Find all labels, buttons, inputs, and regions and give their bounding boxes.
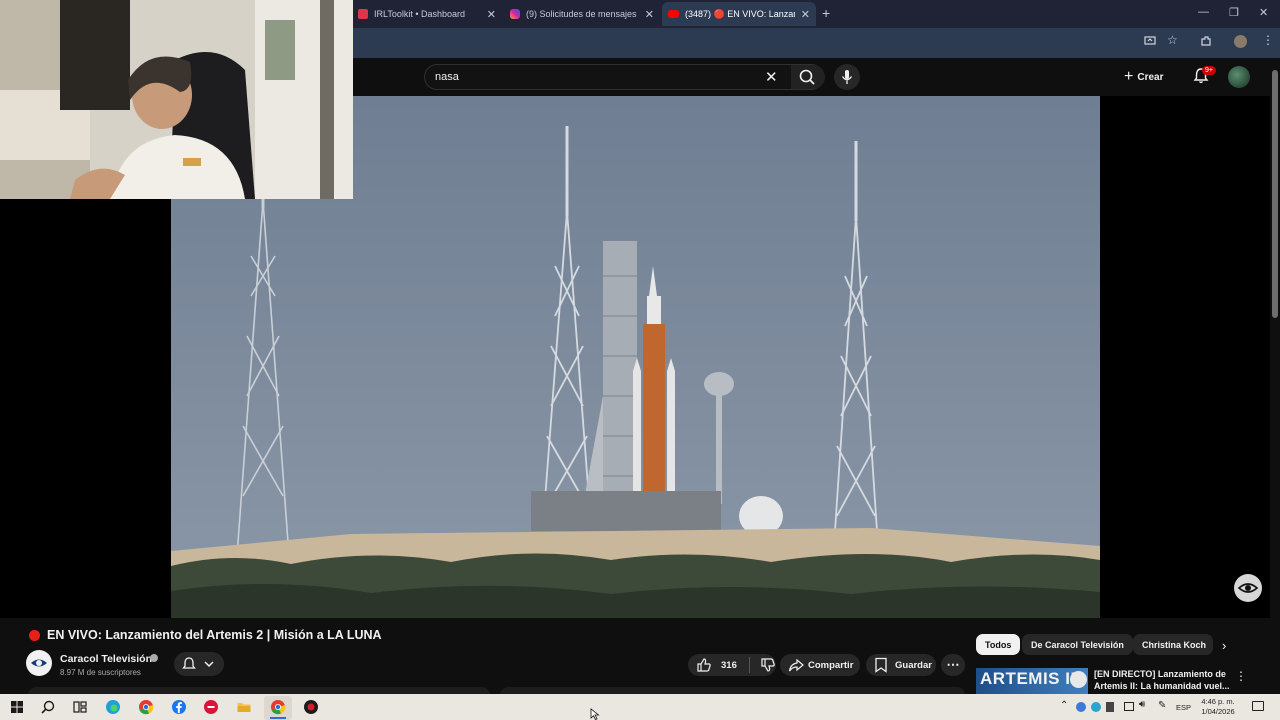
instagram-icon [510, 9, 520, 19]
search-button[interactable] [791, 65, 825, 89]
save-button[interactable]: Guardar [866, 654, 936, 676]
tab-instagram[interactable]: (9) Solicitudes de mensajes • M ✕ [504, 2, 660, 26]
extensions-icon[interactable] [1200, 35, 1212, 50]
new-tab-button[interactable]: + [822, 5, 830, 21]
task-view-icon[interactable] [72, 699, 88, 715]
search-input[interactable]: nasa [435, 71, 459, 83]
ambient-mode-button[interactable] [1234, 574, 1262, 602]
notifications-center-icon[interactable] [1252, 701, 1264, 711]
share-label: Compartir [808, 659, 854, 671]
mobile-launcher [531, 491, 721, 531]
file-explorer-icon[interactable] [236, 699, 252, 715]
channel-avatar[interactable] [26, 650, 52, 676]
thumbnail-text: ARTEMIS II [980, 669, 1076, 688]
windows-taskbar: ⌃ 🔊︎ ✎ ESP 4:46 p. m. 1/04/2026 [0, 694, 1280, 720]
plus-icon: + [1124, 68, 1134, 85]
divider [748, 657, 750, 673]
like-count: 316 [721, 659, 737, 671]
save-label: Guardar [895, 659, 932, 671]
volume-icon[interactable]: 🔊︎ [1139, 699, 1145, 710]
tab-irltoolkit[interactable]: IRLToolkit • Dashboard ✕ [352, 2, 502, 26]
webcam-image [0, 0, 353, 199]
scrollbar-thumb[interactable] [1272, 70, 1278, 318]
channel-logo-icon [1070, 671, 1087, 688]
close-icon[interactable]: ✕ [487, 8, 496, 21]
related-video-title[interactable]: [EN DIRECTO] Lanzamiento de Artemis II: … [1094, 668, 1230, 692]
language-indicator[interactable]: ESP [1176, 703, 1191, 712]
notifications-badge: 9+ [1202, 66, 1216, 75]
share-button[interactable]: Compartir [780, 654, 860, 676]
clock-time[interactable]: 4:46 p. m. [1196, 697, 1240, 706]
tab-title: (3487) 🔴 EN VIVO: Lanzamien [685, 8, 795, 19]
create-button[interactable]: + Crear [1124, 66, 1163, 88]
windows-start-icon[interactable] [9, 699, 25, 715]
edge-icon[interactable] [105, 699, 121, 715]
chevron-up-icon[interactable]: ⌃ [1060, 700, 1068, 711]
chip-christina-koch[interactable]: Christina Koch [1133, 634, 1213, 655]
thumbs-up-icon [697, 658, 711, 672]
verified-badge-icon [150, 654, 158, 662]
create-label: Crear [1137, 71, 1164, 83]
eye-icon [1237, 583, 1259, 593]
subscriber-count: 8.97 M de suscriptores [60, 668, 141, 677]
close-window-button[interactable]: ✕ [1259, 6, 1268, 19]
search-box[interactable]: nasa ✕ [424, 64, 825, 90]
share-icon [788, 658, 804, 672]
tray-app-icon[interactable] [1106, 702, 1114, 712]
close-icon[interactable]: ✕ [645, 8, 654, 21]
more-horizontal-icon: ⋯ [946, 657, 960, 672]
tray-app-icon[interactable] [1091, 702, 1101, 712]
tab-title: IRLToolkit • Dashboard [374, 9, 466, 19]
active-app-underline [270, 717, 286, 719]
thumbs-down-icon[interactable] [760, 657, 776, 673]
bookmark-star-icon[interactable]: ☆ [1167, 33, 1178, 47]
caracol-logo-icon [27, 651, 51, 675]
facebook-icon[interactable] [171, 699, 187, 715]
clock-date[interactable]: 1/04/2026 [1196, 707, 1240, 716]
search-icon[interactable] [40, 699, 56, 715]
close-icon[interactable]: ✕ [801, 8, 810, 21]
clear-search-icon[interactable]: ✕ [765, 68, 778, 86]
tab-youtube-live[interactable]: (3487) 🔴 EN VIVO: Lanzamien ✕ [662, 2, 816, 26]
streaming-app-icon[interactable] [303, 699, 319, 715]
subscription-bell-button[interactable] [174, 652, 224, 676]
more-vertical-icon[interactable]: ⋮ [1235, 669, 1247, 683]
voice-search-button[interactable] [834, 64, 860, 90]
irltoolkit-icon [358, 9, 368, 19]
like-button[interactable]: 316 [688, 654, 776, 676]
video-details: EN VIVO: Lanzamiento del Artemis 2 | Mis… [0, 618, 1270, 695]
mouse-cursor-icon [590, 708, 600, 720]
microphone-icon [841, 70, 853, 84]
minimize-button[interactable]: — [1198, 6, 1209, 18]
page-scrollbar[interactable] [1270, 58, 1280, 694]
channel-name[interactable]: Caracol Televisión [60, 653, 152, 665]
pen-icon[interactable]: ✎ [1158, 700, 1166, 711]
more-actions-button[interactable]: ⋯ [941, 654, 965, 676]
chip-all[interactable]: Todos [976, 634, 1021, 655]
menu-dots-icon[interactable]: ⋮ [1262, 33, 1274, 47]
video-title: EN VIVO: Lanzamiento del Artemis 2 | Mis… [47, 628, 382, 642]
bookmark-icon [875, 657, 887, 673]
app-red-icon[interactable] [203, 699, 219, 715]
bell-icon [182, 657, 214, 669]
chrome-active-icon[interactable] [270, 699, 286, 715]
chip-from-channel[interactable]: De Caracol Televisión [1022, 634, 1133, 655]
related-video-thumbnail[interactable]: ARTEMIS II [976, 668, 1088, 694]
chrome-icon[interactable] [138, 699, 154, 715]
chevron-right-icon[interactable]: › [1222, 638, 1226, 653]
tab-title: (9) Solicitudes de mensajes • M [526, 9, 639, 19]
network-icon[interactable] [1124, 702, 1134, 711]
streamer-webcam-overlay [0, 0, 353, 199]
live-indicator-icon [29, 630, 40, 641]
search-icon [799, 69, 815, 85]
profile-avatar[interactable] [1234, 35, 1247, 48]
restore-button[interactable]: ❐ [1229, 6, 1239, 19]
account-avatar[interactable] [1228, 66, 1250, 88]
tray-app-icon[interactable] [1076, 702, 1086, 712]
youtube-icon [668, 10, 679, 18]
cast-icon[interactable] [1144, 35, 1156, 50]
